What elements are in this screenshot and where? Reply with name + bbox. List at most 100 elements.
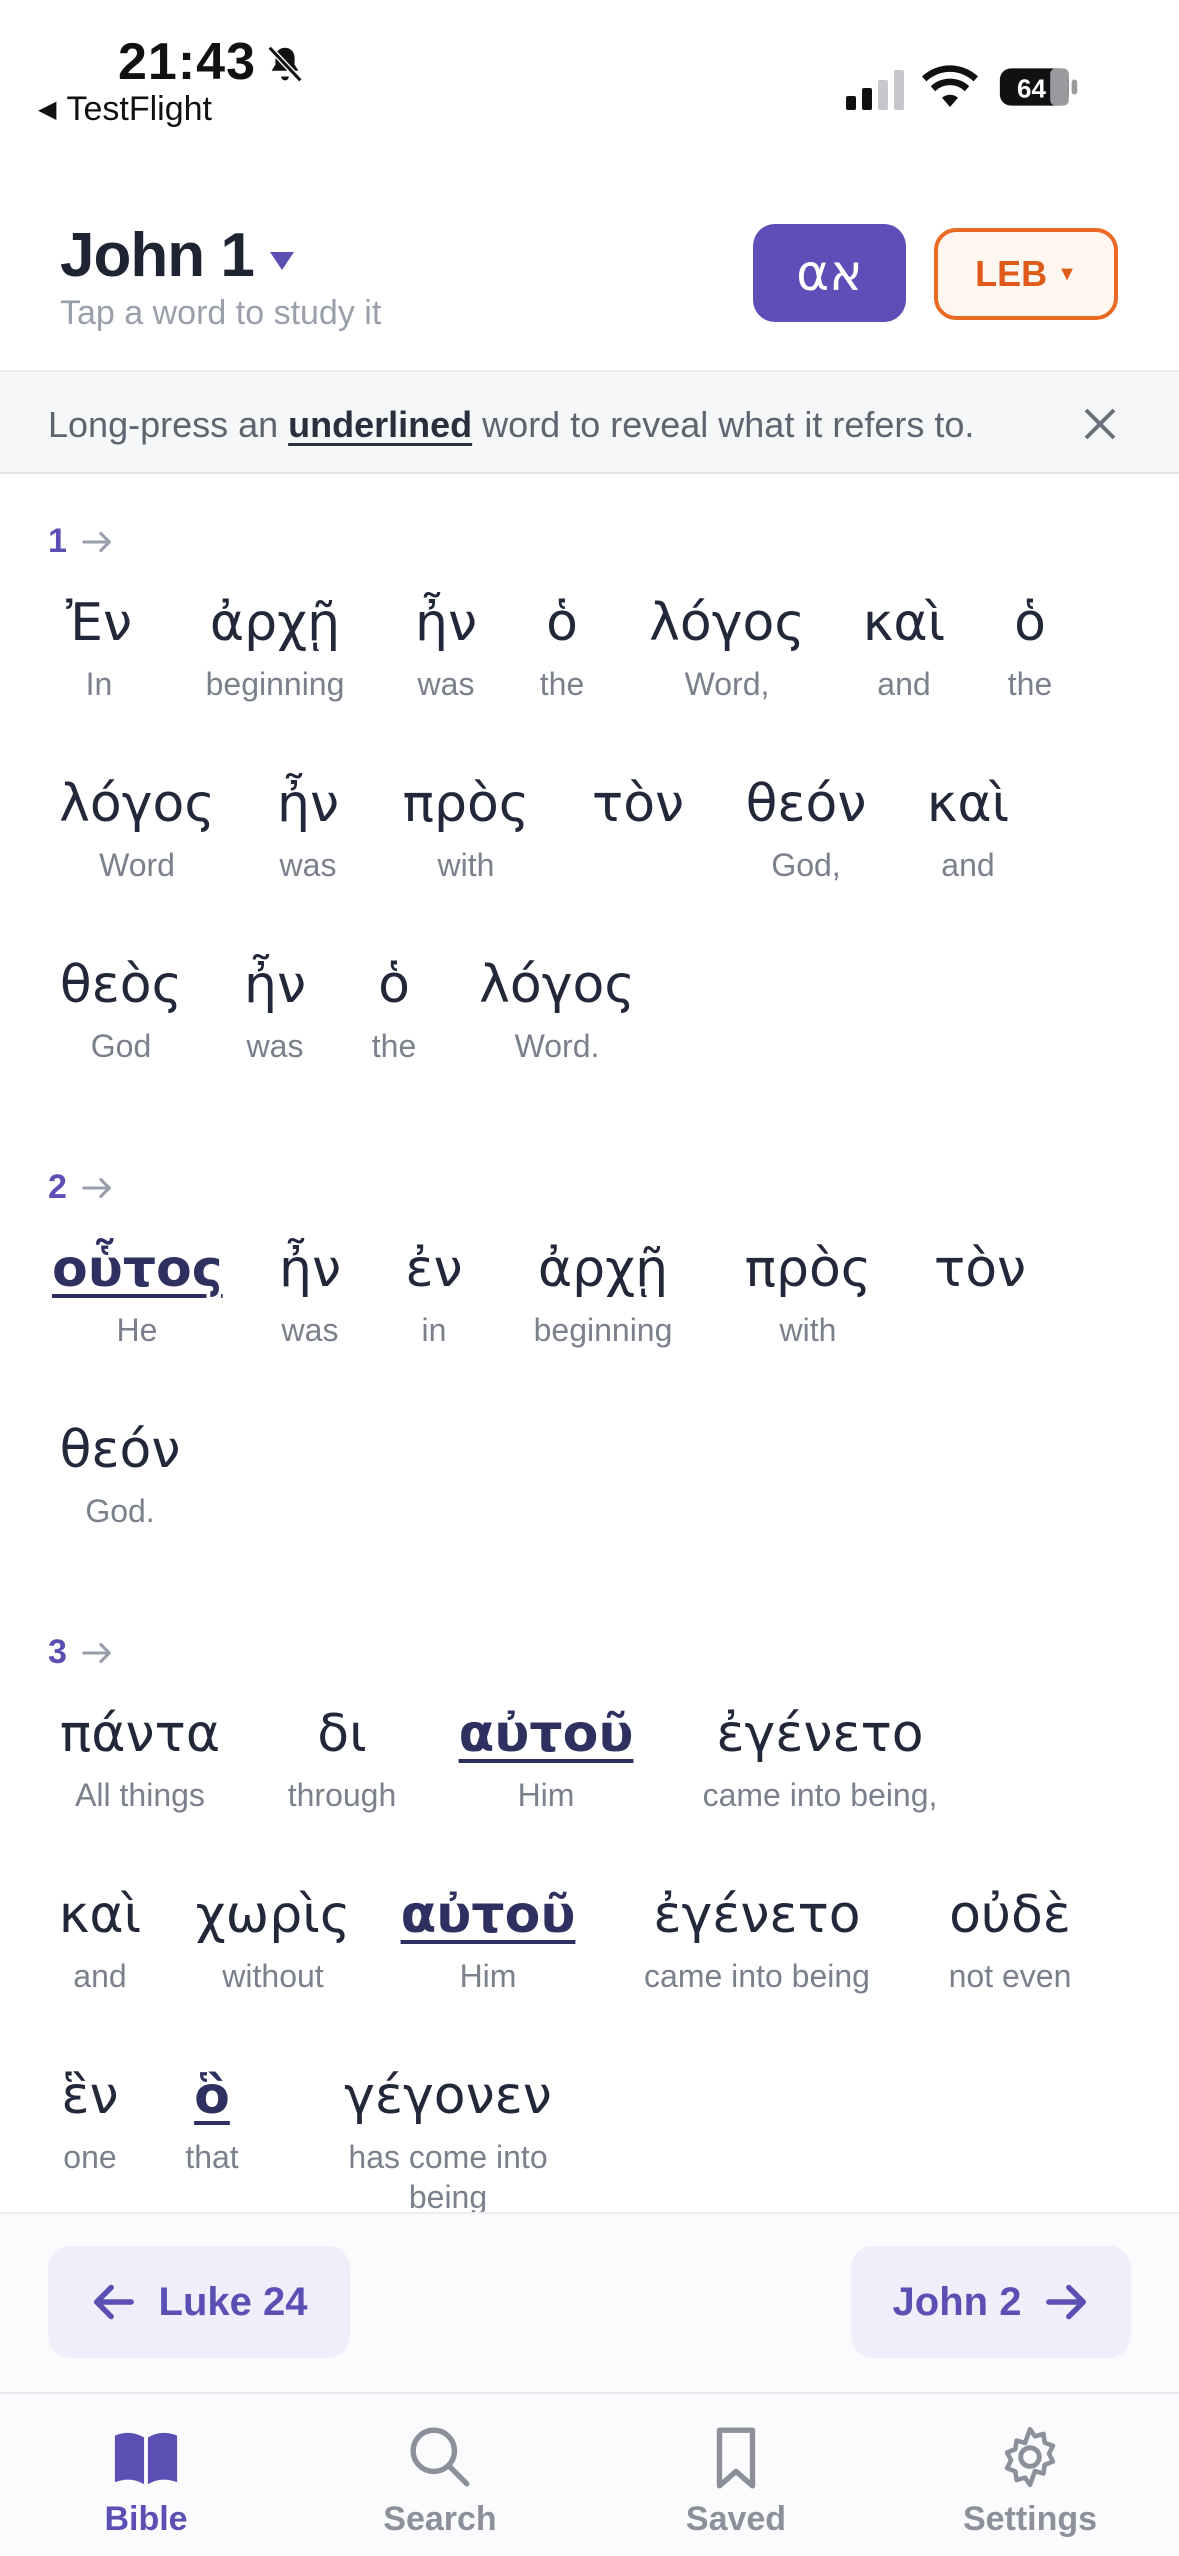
word[interactable]: ὁ the xyxy=(522,592,602,704)
word[interactable]: λόγος Word. xyxy=(474,954,640,1066)
greek-word: ὁ xyxy=(378,955,410,1015)
greek-word: ἐν xyxy=(405,1239,463,1299)
cellular-signal-icon xyxy=(846,70,904,110)
word[interactable]: καὶ and xyxy=(918,773,1018,885)
word[interactable]: ὁ the xyxy=(354,954,434,1066)
word[interactable]: ἦν was xyxy=(260,1238,360,1350)
book-icon xyxy=(114,2432,178,2485)
next-chapter-button[interactable]: John 2 xyxy=(851,2246,1131,2358)
english-gloss: has come into being xyxy=(348,2139,548,2212)
word[interactable]: Ἐν In xyxy=(44,592,154,704)
word[interactable]: ἦν was xyxy=(258,773,358,885)
english-gloss: Word xyxy=(99,847,175,883)
greek-word: οὐδὲ xyxy=(949,1885,1071,1945)
arrow-right-icon xyxy=(82,1177,111,1198)
tab-saved[interactable]: Saved xyxy=(636,2424,836,2539)
wifi-icon xyxy=(922,65,978,107)
word[interactable]: ἐν in xyxy=(394,1238,474,1350)
battery-icon: 64 xyxy=(999,68,1078,106)
greek-word: ἦν xyxy=(243,955,306,1015)
word[interactable]: καὶ and xyxy=(50,1884,150,1996)
greek-word: χωρὶς xyxy=(195,1885,351,1945)
word[interactable]: τὸν xyxy=(922,1238,1038,1310)
english-gloss: came into being xyxy=(644,1958,870,1994)
english-gloss: the xyxy=(1007,666,1053,702)
greek-word: γέγονεν xyxy=(344,2066,552,2126)
tab-label: Bible xyxy=(104,2500,188,2538)
bookmark-icon xyxy=(716,2427,756,2489)
header-subtitle: Tap a word to study it xyxy=(60,294,382,332)
word[interactable]: ὁ the xyxy=(990,592,1070,704)
bell-slash-icon xyxy=(267,45,303,83)
greek-word: λόγος xyxy=(59,774,215,834)
close-icon[interactable] xyxy=(1080,404,1120,444)
word[interactable]: λόγος Word xyxy=(54,773,220,885)
back-app-label: TestFlight xyxy=(66,90,212,128)
word[interactable]: ἦν was xyxy=(396,592,496,704)
word-underlined[interactable]: αὐτοῦ Him xyxy=(398,1884,578,1996)
word[interactable]: ἀρχῇ beginning xyxy=(188,592,362,704)
greek-word: θεόν xyxy=(745,774,867,834)
tip-text: Long-press an underlined word to reveal … xyxy=(48,404,974,446)
greek-word: καὶ xyxy=(926,774,1010,834)
greek-word: πάντα xyxy=(59,1704,221,1764)
word[interactable]: πρὸς with xyxy=(734,1238,882,1350)
verse-number-1[interactable]: 1 xyxy=(48,522,115,561)
greek-word: ὁ xyxy=(546,593,578,653)
word[interactable]: γέγονεν has come into being xyxy=(322,2065,574,2212)
tab-bible[interactable]: Bible xyxy=(46,2424,246,2539)
greek-word: θεὸς xyxy=(59,955,183,1015)
english-gloss: All things xyxy=(75,1777,205,1813)
english-gloss: Word. xyxy=(514,1028,600,1064)
gear-icon xyxy=(1004,2426,1056,2488)
word[interactable]: δι through xyxy=(270,1703,414,1815)
word[interactable]: χωρὶς without xyxy=(188,1884,358,1996)
word[interactable]: ἦν was xyxy=(225,954,325,1066)
word[interactable]: τὸν xyxy=(580,773,696,845)
english-gloss: God. xyxy=(85,1493,155,1529)
word[interactable]: καὶ and xyxy=(852,592,956,704)
english-gloss: Word, xyxy=(684,666,770,702)
battery-level: 64 xyxy=(1017,73,1047,103)
tab-settings[interactable]: Settings xyxy=(930,2424,1130,2539)
word[interactable]: ἀρχῇ beginning xyxy=(516,1238,690,1350)
greek-word: λόγος xyxy=(649,593,805,653)
english-gloss: the xyxy=(539,666,585,702)
verse-number-label: 3 xyxy=(48,1633,67,1671)
original-language-button[interactable]: αא xyxy=(753,224,906,322)
english-gloss: and xyxy=(877,666,931,702)
arrow-right-icon xyxy=(1046,2284,1087,2320)
word-underlined[interactable]: οὗτος He xyxy=(52,1238,223,1350)
english-gloss: was xyxy=(281,1312,339,1348)
word[interactable]: θεόν God. xyxy=(52,1419,188,1531)
verse-number-2[interactable]: 2 xyxy=(48,1168,115,1207)
tab-search[interactable]: Search xyxy=(340,2424,540,2539)
version-label: LEB xyxy=(975,253,1048,294)
previous-chapter-button[interactable]: Luke 24 xyxy=(48,2246,350,2358)
word[interactable]: ἐγένετο came into being xyxy=(620,1884,894,1996)
chapter-selector[interactable]: John 1 xyxy=(60,220,294,291)
word[interactable]: οὐδὲ not even xyxy=(930,1884,1090,1996)
greek-word: πρὸς xyxy=(744,1239,872,1299)
word[interactable]: ἓν one xyxy=(50,2065,130,2177)
greek-word: ἀρχῇ xyxy=(537,1239,669,1299)
word[interactable]: θεὸς God xyxy=(54,954,188,1066)
greek-word: ἦν xyxy=(276,774,339,834)
word-underlined[interactable]: αὐτοῦ Him xyxy=(456,1703,636,1815)
greek-word: τὸν xyxy=(933,1239,1027,1299)
english-gloss: was xyxy=(246,1028,304,1064)
greek-word: τὸν xyxy=(591,774,685,834)
greek-word: Ἐν xyxy=(65,593,132,653)
word[interactable]: πάντα All things xyxy=(56,1703,224,1815)
version-selector-button[interactable]: LEB ▼ xyxy=(934,228,1118,320)
english-gloss: and xyxy=(73,1958,127,1994)
word[interactable]: θεόν God, xyxy=(732,773,880,885)
word-underlined[interactable]: ὃ that xyxy=(172,2065,252,2177)
back-to-testflight[interactable]: ◀ TestFlight xyxy=(38,90,212,129)
english-gloss: not even xyxy=(948,1958,1072,1994)
word[interactable]: ἐγένετο came into being, xyxy=(680,1703,960,1815)
word[interactable]: λόγος Word, xyxy=(636,592,818,704)
verse-number-3[interactable]: 3 xyxy=(48,1633,115,1672)
greek-word: δι xyxy=(317,1704,367,1764)
word[interactable]: πρὸς with xyxy=(394,773,538,885)
